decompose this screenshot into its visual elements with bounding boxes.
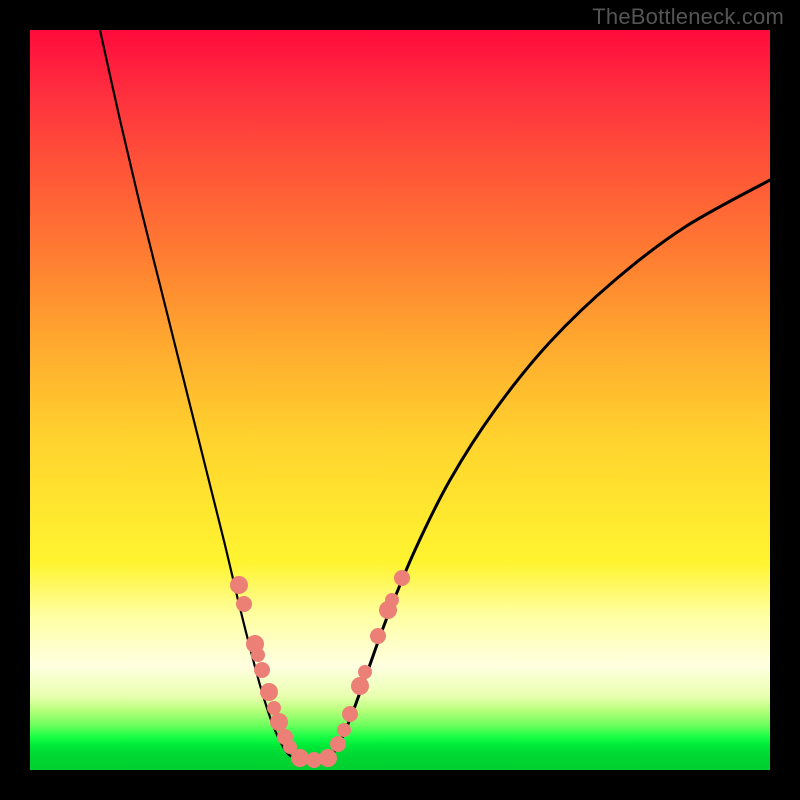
data-marker bbox=[254, 662, 270, 678]
data-marker bbox=[267, 701, 281, 715]
marker-group bbox=[230, 570, 410, 768]
data-marker bbox=[385, 593, 399, 607]
data-marker bbox=[236, 596, 252, 612]
data-marker bbox=[260, 683, 278, 701]
chart-frame: TheBottleneck.com bbox=[0, 0, 800, 800]
chart-svg bbox=[30, 30, 770, 770]
series-left-curve bbox=[100, 30, 294, 758]
data-marker bbox=[351, 677, 369, 695]
data-marker bbox=[342, 706, 358, 722]
data-marker bbox=[251, 648, 265, 662]
data-marker bbox=[270, 713, 288, 731]
data-marker bbox=[370, 628, 386, 644]
data-marker bbox=[394, 570, 410, 586]
data-marker bbox=[358, 665, 372, 679]
data-marker bbox=[337, 723, 351, 737]
plot-area bbox=[30, 30, 770, 770]
curve-group bbox=[100, 30, 770, 760]
data-marker bbox=[230, 576, 248, 594]
watermark-text: TheBottleneck.com bbox=[592, 4, 784, 30]
data-marker bbox=[330, 736, 346, 752]
series-right-curve bbox=[330, 180, 770, 758]
data-marker bbox=[319, 749, 337, 767]
